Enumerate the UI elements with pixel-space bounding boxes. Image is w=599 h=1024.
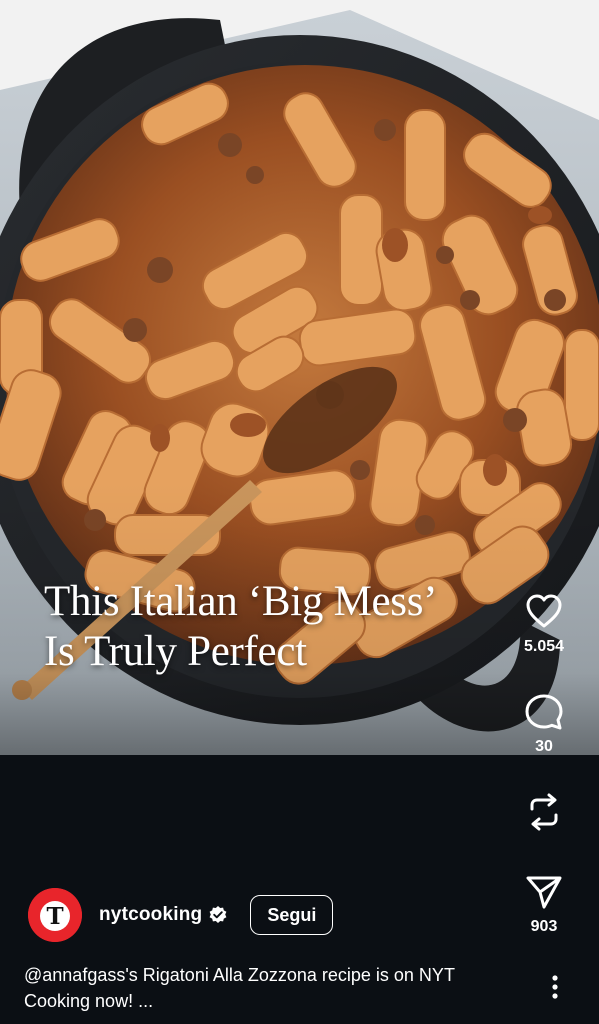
repost-button[interactable]: [489, 792, 599, 832]
action-rail: 5.054 30 903: [489, 592, 599, 1012]
like-button[interactable]: 5.054: [489, 592, 599, 656]
verified-badge-icon: [209, 906, 227, 923]
follow-button[interactable]: Segui: [250, 895, 334, 935]
like-count: 5.054: [523, 638, 565, 655]
share-button[interactable]: 903: [489, 872, 599, 936]
comment-button[interactable]: 30: [489, 692, 599, 756]
post-caption[interactable]: @annafgass's Rigatoni Alla Zozzona recip…: [24, 962, 494, 1014]
overlay-title-line-2: Is Truly Perfect: [44, 628, 307, 675]
more-options-button[interactable]: [543, 972, 567, 1002]
comment-icon: [525, 694, 563, 730]
author-row: T nytcooking Segui: [28, 886, 334, 944]
send-icon: [526, 876, 562, 909]
svg-text:T: T: [46, 903, 63, 930]
share-count: 903: [530, 918, 558, 935]
username[interactable]: nytcooking: [99, 904, 202, 926]
nyt-logo-icon: T: [28, 888, 82, 942]
comment-count: 30: [535, 738, 553, 755]
caption-mention[interactable]: @annafgass: [24, 965, 125, 985]
overlay-title-line-1: This Italian ‘Big Mess’: [44, 578, 438, 625]
reel-screen: This Italian ‘Big Mess’ Is Truly Perfect…: [0, 0, 599, 1024]
heart-icon: [526, 594, 562, 628]
post-overlay-title: This Italian ‘Big Mess’ Is Truly Perfect: [44, 577, 544, 677]
avatar[interactable]: T: [28, 888, 82, 942]
repost-icon: [530, 793, 558, 831]
more-vertical-icon: [552, 975, 558, 999]
